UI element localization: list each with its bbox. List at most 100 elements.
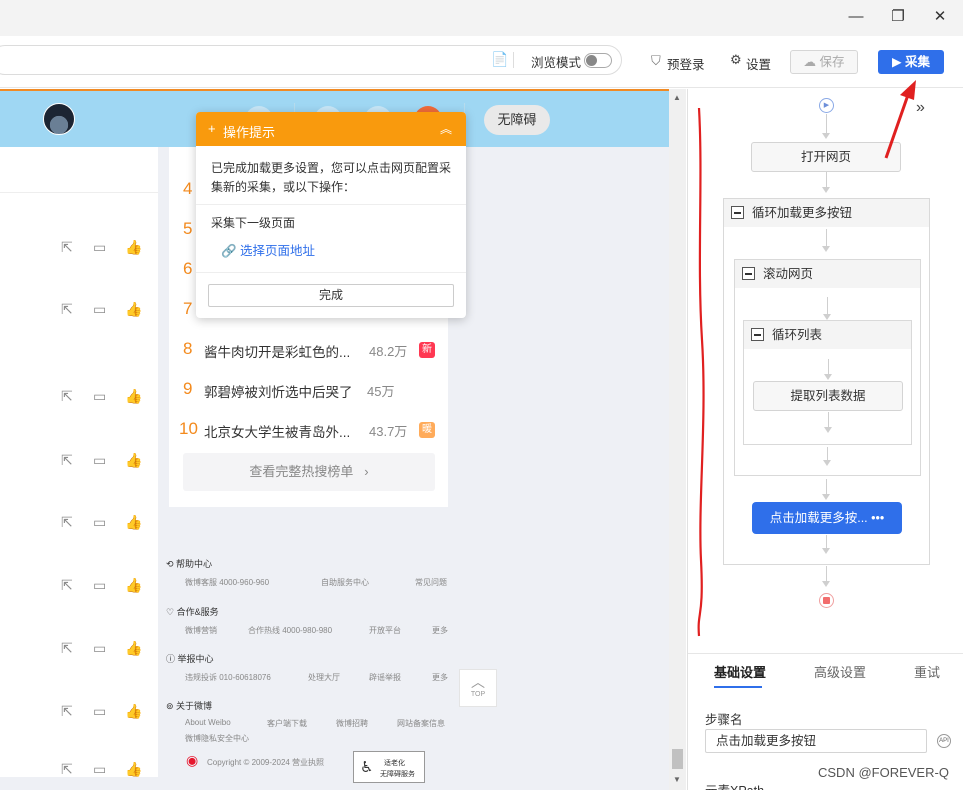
share-icon[interactable]: ⇱: [61, 514, 73, 531]
like-icon[interactable]: 👍: [125, 388, 142, 405]
hot-item[interactable]: 9 郭碧婷被刘忻选中后哭了 45万: [169, 369, 448, 409]
flow-node-click-load-more[interactable]: 点击加载更多按... •••: [752, 502, 902, 534]
comment-icon[interactable]: ▭: [93, 452, 106, 469]
comment-icon[interactable]: ▭: [93, 388, 106, 405]
footer-link[interactable]: 更多: [432, 625, 448, 636]
minimize-button[interactable]: —: [835, 0, 877, 36]
weibo-logo-icon: ◉: [186, 752, 199, 768]
footer-link[interactable]: 微博客服 4000-960-960: [185, 577, 269, 588]
save-button[interactable]: ☁ 保存: [790, 50, 858, 74]
hot-title[interactable]: 北京女大学生被青岛外...: [204, 421, 350, 441]
collapse-minus-icon[interactable]: [751, 328, 764, 341]
footer-link[interactable]: 辟谣举报: [369, 672, 401, 683]
flow-node-extract-list[interactable]: 提取列表数据: [753, 381, 903, 411]
pre-login-button[interactable]: 预登录: [667, 54, 705, 73]
like-icon[interactable]: 👍: [125, 514, 142, 531]
feed-actions: ⇱ ▭ 👍: [58, 703, 150, 723]
share-icon[interactable]: ⇱: [61, 703, 73, 720]
like-icon[interactable]: 👍: [125, 761, 142, 778]
scroll-up-icon[interactable]: ▲: [673, 93, 681, 102]
share-icon[interactable]: ⇱: [61, 388, 73, 405]
more-options-icon[interactable]: •••: [871, 511, 884, 525]
footer-link[interactable]: 合作热线 4000-980-980: [248, 625, 332, 636]
settings-button[interactable]: 设置: [746, 54, 771, 73]
like-icon[interactable]: 👍: [125, 452, 142, 469]
footer-link[interactable]: 违规投诉 010-60618076: [185, 672, 271, 683]
report-title: 举报中心: [177, 654, 214, 664]
flow-group-loop-load-more[interactable]: 循环加载更多按钮 滚动网页 循环列表 提取列表数据 点击加载更多按... •••: [723, 198, 930, 565]
flow-group-header: 循环加载更多按钮: [724, 199, 929, 227]
collect-button[interactable]: ▶ 采集: [878, 50, 944, 74]
page-scrollbar[interactable]: ▲ ▼: [669, 89, 686, 790]
hot-item[interactable]: 8 酱牛肉切开是彩虹色的... 48.2万 新: [169, 329, 448, 369]
browse-mode-toggle[interactable]: [584, 53, 612, 68]
comment-icon[interactable]: ▭: [93, 514, 106, 531]
footer-link[interactable]: About Weibo: [185, 718, 231, 727]
close-button[interactable]: ✕: [919, 0, 961, 36]
collapse-minus-icon[interactable]: [731, 206, 744, 219]
comment-icon[interactable]: ▭: [93, 301, 106, 318]
flow-node-open-page[interactable]: 打开网页: [751, 142, 901, 172]
share-icon[interactable]: ⇱: [61, 301, 73, 318]
footer-link[interactable]: 更多: [432, 672, 448, 683]
connector: [826, 172, 827, 188]
share-icon[interactable]: ⇱: [61, 640, 73, 657]
chevron-up-icon: ︿: [471, 674, 485, 690]
hot-more-label: 查看完整热搜榜单: [249, 464, 354, 479]
tip-message: 已完成加载更多设置，您可以点击网页配置采集新的采集，或以下操作：: [211, 161, 452, 194]
collapse-icon[interactable]: ︽: [440, 120, 452, 137]
hot-item[interactable]: 10 北京女大学生被青岛外... 43.7万 暖: [169, 409, 448, 449]
like-icon[interactable]: 👍: [125, 703, 142, 720]
new-badge: 新: [419, 342, 435, 358]
footer-link[interactable]: 客户端下载: [267, 718, 307, 729]
hot-title[interactable]: 郭碧婷被刘忻选中后哭了: [204, 381, 353, 401]
flow-group-scroll-page[interactable]: 滚动网页 循环列表 提取列表数据: [734, 259, 921, 476]
expand-panel-icon[interactable]: »: [916, 99, 925, 117]
scrollbar-thumb[interactable]: [672, 749, 683, 769]
connector-arrow: [824, 374, 832, 380]
elderly-accessibility-badge[interactable]: ♿ 适老化 无障碍服务: [353, 751, 425, 783]
avatar[interactable]: [43, 103, 75, 135]
like-icon[interactable]: 👍: [125, 239, 142, 256]
done-button[interactable]: 完成: [208, 284, 454, 307]
footer-link[interactable]: 网站备案信息: [397, 718, 445, 729]
comment-icon[interactable]: ▭: [93, 577, 106, 594]
page-source-icon[interactable]: 📄: [491, 51, 508, 68]
hot-rank: 10: [179, 419, 198, 438]
share-icon[interactable]: ⇱: [61, 577, 73, 594]
restore-button[interactable]: ❐: [877, 0, 919, 36]
cooperation-section: ♡ 合作&服务: [166, 605, 219, 618]
select-page-link[interactable]: 🔗 选择页面地址: [221, 242, 315, 261]
like-icon[interactable]: 👍: [125, 301, 142, 318]
footer-link[interactable]: 常见问题: [415, 577, 447, 588]
footer-link[interactable]: 处理大厅: [308, 672, 340, 683]
share-icon[interactable]: ⇱: [61, 761, 73, 778]
hot-title[interactable]: 酱牛肉切开是彩虹色的...: [204, 341, 350, 361]
share-icon[interactable]: ⇱: [61, 452, 73, 469]
comment-icon[interactable]: ▭: [93, 239, 106, 256]
comment-icon[interactable]: ▭: [93, 761, 106, 778]
footer-link[interactable]: 微博营销: [185, 625, 217, 636]
like-icon[interactable]: 👍: [125, 577, 142, 594]
collapse-minus-icon[interactable]: [742, 267, 755, 280]
share-icon[interactable]: ⇱: [61, 239, 73, 256]
accessibility-button[interactable]: 无障碍: [484, 105, 550, 135]
comment-icon[interactable]: ▭: [93, 703, 106, 720]
comment-icon[interactable]: ▭: [93, 640, 106, 657]
like-icon[interactable]: 👍: [125, 640, 142, 657]
api-icon[interactable]: API: [937, 734, 951, 748]
tab-advanced-settings[interactable]: 高级设置: [814, 662, 866, 681]
back-to-top-button[interactable]: ︿ TOP: [459, 669, 497, 707]
flow-group-loop-list[interactable]: 循环列表 提取列表数据: [743, 320, 912, 445]
tab-retry[interactable]: 重试: [914, 662, 940, 681]
step-name-input[interactable]: 点击加载更多按钮: [705, 729, 927, 753]
top-label: TOP: [470, 691, 486, 698]
footer-link[interactable]: 微博隐私安全中心: [185, 733, 249, 744]
footer-link[interactable]: 自助服务中心: [321, 577, 369, 588]
tab-basic-settings[interactable]: 基础设置: [714, 662, 766, 681]
footer-link[interactable]: 开放平台: [369, 625, 401, 636]
view-full-hot-list-button[interactable]: 查看完整热搜榜单 ›: [183, 453, 435, 491]
scroll-down-icon[interactable]: ▼: [673, 775, 681, 784]
url-bar[interactable]: 📄 浏览模式: [0, 45, 622, 75]
footer-link[interactable]: 微博招聘: [336, 718, 368, 729]
